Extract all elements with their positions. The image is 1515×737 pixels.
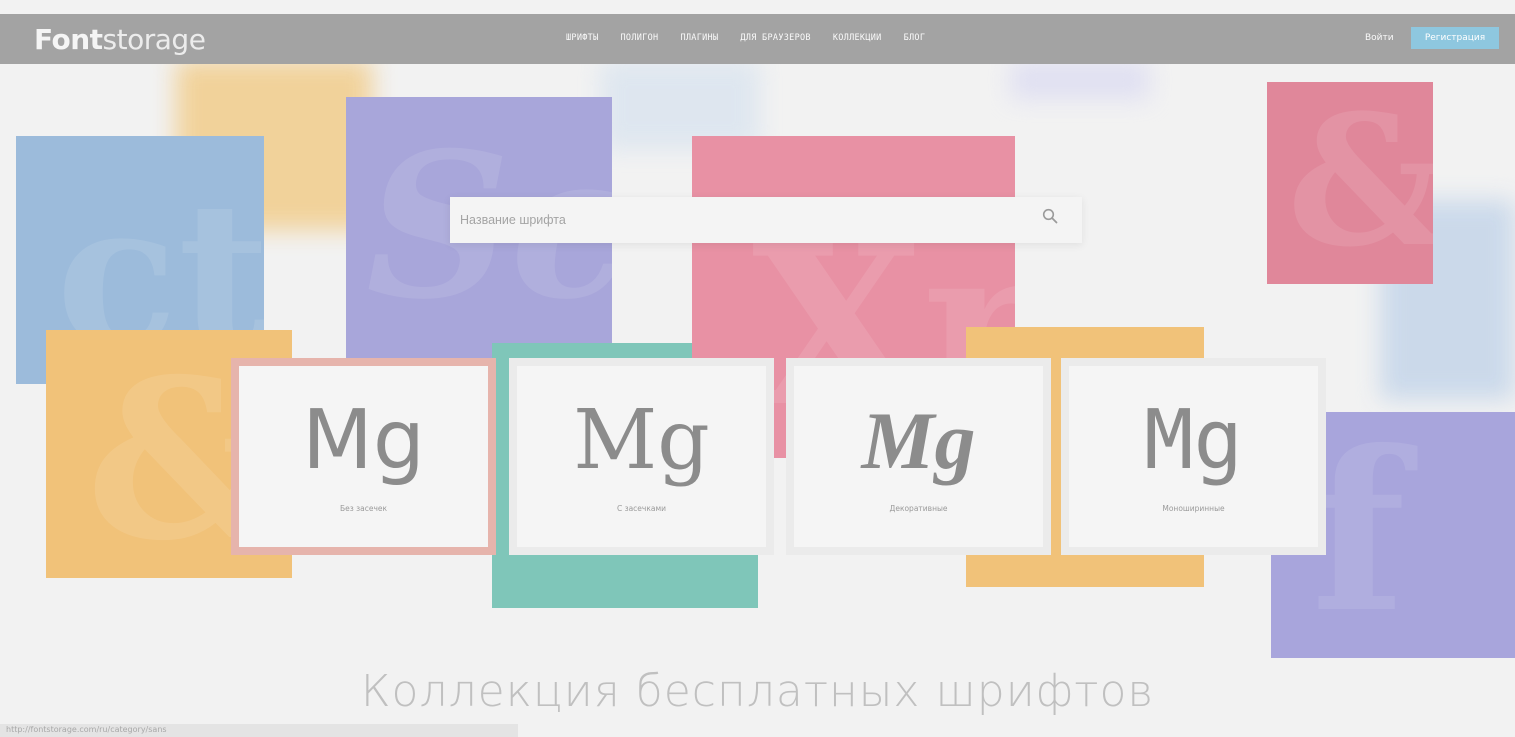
font-sample: Mg bbox=[573, 393, 710, 488]
category-card-monospace[interactable]: Mg Моноширинные bbox=[1061, 358, 1326, 555]
top-navigation-bar: Fontstorage шрифты полигон плагины для б… bbox=[0, 14, 1515, 64]
category-card-sans[interactable]: Mg Без засечек bbox=[231, 358, 496, 555]
nav-item-polygon[interactable]: полигон bbox=[621, 33, 659, 43]
logo-text-storage: storage bbox=[102, 23, 206, 56]
login-link[interactable]: Войти bbox=[1365, 33, 1394, 43]
search-icon[interactable] bbox=[1042, 208, 1058, 229]
font-sample: Mg bbox=[1144, 393, 1243, 488]
nav-item-plugins[interactable]: плагины bbox=[680, 33, 718, 43]
nav-item-collections[interactable]: коллекции bbox=[833, 33, 882, 43]
font-sample: Mg bbox=[302, 393, 425, 488]
register-button[interactable]: Регистрация bbox=[1411, 27, 1499, 49]
nav-item-browsers[interactable]: для браузеров bbox=[740, 33, 810, 43]
category-card-decorative[interactable]: Mg Декоративные bbox=[786, 358, 1051, 555]
main-nav: шрифты полигон плагины для браузеров кол… bbox=[566, 33, 925, 43]
category-label: Декоративные bbox=[889, 504, 948, 513]
category-card-serif[interactable]: Mg С засечками bbox=[509, 358, 774, 555]
category-label: Моноширинные bbox=[1162, 504, 1225, 513]
category-label: Без засечек bbox=[339, 504, 388, 513]
font-sample: Mg bbox=[861, 395, 976, 486]
category-label: С засечками bbox=[616, 504, 667, 513]
bg-blob-lilac bbox=[1010, 60, 1150, 100]
page-headline: Коллекция бесплатных шрифтов bbox=[360, 666, 1155, 717]
nav-item-blog[interactable]: блог bbox=[904, 33, 926, 43]
font-search-box bbox=[450, 197, 1082, 243]
site-logo[interactable]: Fontstorage bbox=[34, 23, 206, 56]
font-search-input[interactable] bbox=[458, 209, 1022, 231]
browser-status-bar: http://fontstorage.com/ru/category/sans bbox=[0, 724, 518, 737]
bg-tile-pink-right: & bbox=[1267, 82, 1433, 284]
nav-item-fonts[interactable]: шрифты bbox=[566, 33, 599, 43]
status-url: http://fontstorage.com/ru/category/sans bbox=[6, 725, 167, 734]
logo-text-font: Font bbox=[34, 23, 103, 56]
